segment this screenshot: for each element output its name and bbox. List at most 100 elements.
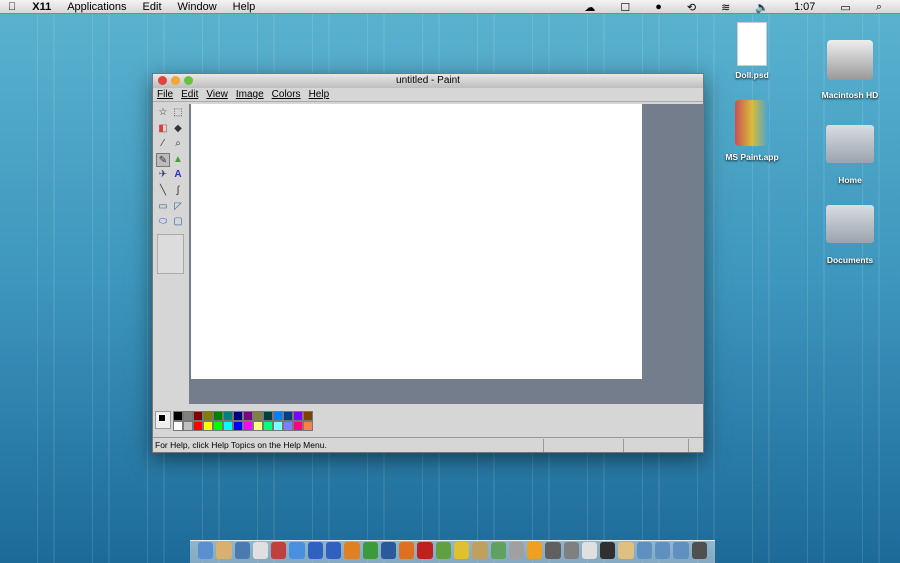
color-swatch[interactable] (273, 411, 283, 421)
color-swatch[interactable] (253, 421, 263, 431)
dock-app-icon[interactable] (399, 542, 415, 559)
minimize-button[interactable] (171, 76, 180, 85)
menu-colors[interactable]: Colors (272, 88, 301, 101)
color-swatch[interactable] (183, 411, 193, 421)
rect-select-icon[interactable]: ⬚ (171, 106, 185, 120)
free-select-icon[interactable]: ☆ (156, 106, 170, 120)
dock-app-icon[interactable] (453, 542, 470, 559)
current-colors[interactable] (155, 411, 171, 429)
dock-app-icon[interactable] (417, 542, 433, 559)
title-bar[interactable]: untitled - Paint (153, 74, 703, 88)
color-swatch[interactable] (293, 411, 303, 421)
menu-window[interactable]: Window (170, 1, 225, 13)
time-machine-icon[interactable]: ⟲ (679, 1, 704, 14)
text-icon[interactable]: A (171, 168, 185, 182)
dock-app-icon[interactable] (508, 542, 525, 559)
cloud-icon[interactable]: ☁ (576, 1, 603, 14)
polygon-icon[interactable]: ◸ (171, 200, 185, 214)
color-swatch[interactable] (193, 411, 203, 421)
dock-app-icon[interactable] (490, 542, 506, 559)
fill-icon[interactable]: ◆ (171, 122, 185, 136)
color-swatch[interactable] (263, 421, 273, 431)
tool-options[interactable] (157, 234, 184, 274)
dock-app-icon[interactable] (472, 542, 488, 559)
brush-icon[interactable]: ▲ (171, 153, 185, 167)
dock-app-icon[interactable] (435, 542, 451, 559)
color-swatch[interactable] (223, 411, 233, 421)
color-swatch[interactable] (283, 421, 293, 431)
color-swatch[interactable] (293, 421, 303, 431)
color-swatch[interactable] (253, 411, 263, 421)
clock[interactable]: 1:07 (786, 1, 823, 13)
desktop-icon-home[interactable]: Home (810, 125, 890, 185)
color-swatch[interactable] (283, 411, 293, 421)
dock-app-icon[interactable] (344, 542, 360, 559)
dock-app-icon[interactable] (289, 542, 305, 559)
color-swatch[interactable] (233, 411, 243, 421)
square-icon[interactable]: ☐ (612, 1, 638, 14)
menu-edit[interactable]: Edit (135, 1, 170, 13)
desktop-icon-documents[interactable]: Documents (810, 205, 890, 265)
color-swatch[interactable] (193, 421, 203, 431)
menu-image[interactable]: Image (236, 88, 264, 101)
color-swatch[interactable] (173, 411, 183, 421)
dock-app-icon[interactable] (673, 542, 689, 559)
color-swatch[interactable] (303, 421, 313, 431)
desktop-icon-hd[interactable]: Macintosh HD (810, 40, 890, 100)
dock-app-icon[interactable] (600, 542, 616, 559)
rounded-rect-icon[interactable]: ▢ (171, 215, 185, 229)
line-icon[interactable]: ╲ (156, 184, 170, 198)
color-swatch[interactable] (263, 411, 273, 421)
menu-view[interactable]: View (206, 88, 228, 101)
apple-icon[interactable]:  (0, 1, 24, 13)
evernote-icon[interactable]: ● (647, 1, 670, 13)
dock-app-icon[interactable] (527, 542, 543, 559)
dock-app-icon[interactable] (307, 542, 323, 559)
rectangle-icon[interactable]: ▭ (156, 200, 170, 214)
menu-help[interactable]: Help (225, 1, 264, 13)
dock-app-icon[interactable] (216, 542, 232, 559)
dock-app-icon[interactable] (636, 542, 653, 559)
color-swatch[interactable] (243, 421, 253, 431)
dock-app-icon[interactable] (198, 542, 214, 559)
color-swatch[interactable] (243, 411, 253, 421)
drawing-canvas[interactable] (191, 104, 642, 379)
menu-applications[interactable]: Applications (59, 1, 134, 13)
desktop-icon-doll[interactable]: Doll.psd (712, 22, 792, 80)
eraser-icon[interactable]: ◧ (156, 122, 170, 136)
color-swatch[interactable] (303, 411, 313, 421)
menu-help[interactable]: Help (309, 88, 330, 101)
menu-edit[interactable]: Edit (181, 88, 198, 101)
color-swatch[interactable] (183, 421, 193, 431)
close-button[interactable] (158, 76, 167, 85)
spotlight-icon[interactable]: ⌕ (868, 1, 890, 14)
resize-grip[interactable] (688, 439, 689, 452)
dock-app-icon[interactable] (691, 542, 707, 559)
ellipse-icon[interactable]: ⬭ (156, 215, 170, 229)
dock-app-icon[interactable] (563, 542, 579, 559)
dock-app-icon[interactable] (618, 542, 634, 559)
color-swatch[interactable] (213, 421, 223, 431)
color-swatch[interactable] (203, 421, 213, 431)
volume-icon[interactable]: 🔈 (747, 1, 777, 14)
magnifier-icon[interactable]: ⌕ (171, 137, 185, 151)
pencil-icon[interactable]: ✎ (156, 153, 170, 167)
dock-app-icon[interactable] (581, 542, 598, 559)
dock-app-icon[interactable] (545, 542, 561, 559)
dock-app-icon[interactable] (655, 542, 671, 559)
color-swatch[interactable] (173, 421, 183, 431)
app-menu[interactable]: X11 (24, 1, 59, 13)
dock-app-icon[interactable] (362, 542, 378, 559)
wifi-icon[interactable]: ≋ (713, 1, 738, 14)
color-swatch[interactable] (223, 421, 233, 431)
dock-app-icon[interactable] (271, 542, 287, 559)
color-swatch[interactable] (273, 421, 283, 431)
color-swatch[interactable] (203, 411, 213, 421)
dock-app-icon[interactable] (252, 542, 269, 559)
desktop-icon-mspaint[interactable]: MS Paint.app (712, 100, 792, 162)
dock-app-icon[interactable] (325, 542, 342, 559)
dock-app-icon[interactable] (380, 542, 397, 559)
airbrush-icon[interactable]: ✈ (156, 168, 170, 182)
menu-file[interactable]: File (157, 88, 173, 101)
dock-app-icon[interactable] (234, 542, 250, 559)
